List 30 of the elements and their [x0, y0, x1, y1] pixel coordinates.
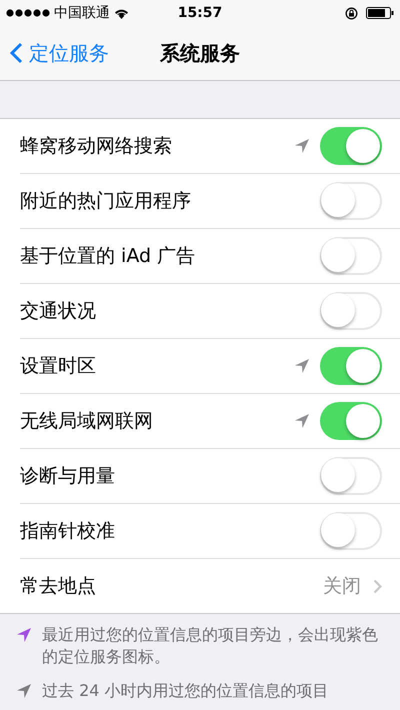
- toggle-switch[interactable]: [320, 127, 382, 165]
- toggle-switch[interactable]: [320, 237, 382, 275]
- rotation-lock-icon: [345, 6, 358, 20]
- setting-value: 关闭: [323, 574, 361, 599]
- carrier-name: 中国联通: [54, 4, 110, 22]
- toggle-switch[interactable]: [320, 347, 382, 385]
- clock-time: 15:57: [178, 5, 222, 21]
- toggle-switch[interactable]: [320, 292, 382, 330]
- back-button[interactable]: 定位服务: [0, 40, 109, 66]
- chevron-icon[interactable]: [373, 578, 382, 594]
- setting-label: 指南针校准: [20, 519, 116, 544]
- toggle-switch[interactable]: [320, 457, 382, 495]
- screen-title: 系统服务: [160, 40, 240, 64]
- setting-label: 基于位置的 iAd 广告: [20, 244, 196, 269]
- toggle-switch[interactable]: [320, 402, 382, 440]
- back-chevron-icon: [10, 42, 23, 64]
- toggle-switch[interactable]: [320, 512, 382, 550]
- signal-icon: [6, 9, 50, 17]
- setting-label: 设置时区: [20, 354, 97, 379]
- setting-label: 诊断与用量: [20, 464, 116, 489]
- battery-icon: [366, 7, 394, 19]
- footnote-text: 最近用过您的位置信息的项目旁边，会出现紫色的定位服务图标。: [42, 624, 379, 668]
- wifi-icon: [114, 8, 129, 18]
- footnote-text: 过去 24 小时内用过您的位置信息的项目: [42, 680, 329, 702]
- setting-label: 无线局域网联网: [20, 409, 154, 434]
- setting-label: 常去地点: [20, 574, 97, 599]
- setting-label: 蜂窝移动网络搜索: [20, 134, 173, 159]
- setting-label: 交通状况: [20, 299, 97, 324]
- toggle-switch[interactable]: [320, 182, 382, 220]
- setting-label: 附近的热门应用程序: [20, 189, 192, 214]
